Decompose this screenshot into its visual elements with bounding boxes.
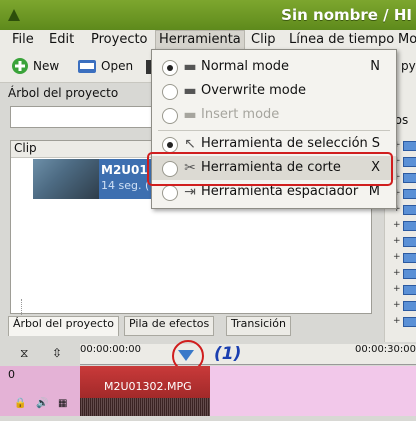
folder-icon [403, 237, 416, 247]
menu-item-label: Normal mode [201, 59, 290, 74]
tab-transicion[interactable]: Transición [226, 316, 291, 336]
folder-icon [403, 301, 416, 311]
folder-icon [403, 221, 416, 231]
menu-item-label: Overwrite mode [201, 83, 306, 98]
folder-icon [403, 189, 416, 199]
track-number: 0 [8, 368, 15, 381]
folder-icon [403, 205, 416, 215]
insert-mode-icon: ▬ [183, 107, 197, 123]
right-tree-row[interactable]: + [393, 316, 416, 327]
clip-duration: 14 seg. ( [101, 179, 150, 192]
menu-edit[interactable]: Edit [49, 32, 74, 47]
new-button[interactable]: New [10, 55, 59, 77]
app-logo-icon [8, 9, 20, 21]
zoom-fit-icon[interactable]: ⧖ [20, 346, 28, 361]
cursor-icon: ↖ [184, 136, 196, 152]
tab-arbol-del-proyecto[interactable]: Árbol del proyecto [8, 316, 119, 336]
menu-item-label: Insert mode [201, 107, 280, 122]
menu-item-insert-mode[interactable]: ▬ Insert mode [152, 103, 396, 127]
normal-mode-icon: ▬ [183, 59, 197, 75]
menu-item-shortcut: N [370, 59, 380, 74]
folder-icon [403, 269, 416, 279]
track-header[interactable]: 0 🔒 🔊 ▦ [0, 366, 80, 416]
menu-proyecto[interactable]: Proyecto [91, 32, 148, 47]
video-icon[interactable]: ▦ [58, 398, 67, 409]
clip-item[interactable]: M2U01 14 seg. ( [33, 159, 163, 199]
radio-indicator [162, 60, 178, 76]
radio-indicator [162, 108, 178, 124]
menu-item-label: Herramienta de selección [201, 136, 368, 151]
menu-item-normal-mode[interactable]: ▬ Normal mode N [152, 55, 396, 79]
audio-waveform [80, 398, 210, 416]
folder-icon [403, 253, 416, 263]
project-tree-title: Árbol del proyecto [8, 86, 119, 100]
audio-icon[interactable]: 🔊 [36, 398, 48, 409]
menu-item-overwrite-mode[interactable]: ▬ Overwrite mode [152, 79, 396, 103]
expand-tracks-icon[interactable]: ⇳ [52, 346, 62, 360]
open-icon [78, 60, 96, 73]
right-tree-row[interactable]: + [393, 284, 416, 295]
ruler-time-end: 00:00:30:00 [354, 344, 416, 355]
menu-item-label: Herramienta espaciador [201, 184, 359, 199]
toolbar-right-button[interactable]: py [398, 55, 416, 77]
right-tree-row[interactable]: + [393, 268, 416, 279]
menu-linea-de-tiempo[interactable]: Línea de tiempo [289, 32, 394, 47]
clip-name: M2U01 [101, 163, 148, 177]
spacer-icon: ⇥ [184, 184, 196, 200]
menu-more[interactable]: Mo [398, 32, 416, 47]
right-tree-row[interactable]: + [393, 300, 416, 311]
tab-pila-de-efectos[interactable]: Pila de efectos [124, 316, 215, 336]
menu-separator [158, 130, 390, 131]
folder-icon [403, 285, 416, 295]
menu-clip[interactable]: Clip [251, 32, 276, 47]
folder-icon [403, 317, 416, 327]
open-label: Open [101, 59, 134, 73]
folder-icon [403, 157, 416, 167]
menu-item-shortcut: M [368, 184, 380, 199]
ruler-time-start: 00:00:00:00 [80, 344, 142, 355]
window-title: Sin nombre / HI [281, 6, 412, 24]
toolbar-right-label: py [401, 59, 416, 73]
clip-thumbnail [33, 159, 99, 199]
new-label: New [33, 59, 60, 73]
timeline-clip-name: M2U01302.MPG [104, 380, 192, 393]
right-tree-row[interactable]: + [393, 252, 416, 263]
open-button[interactable]: Open [76, 55, 133, 77]
title-bar: Sin nombre / HI [0, 0, 416, 31]
radio-indicator [162, 137, 178, 153]
menu-file[interactable]: File [12, 32, 34, 47]
folder-icon [403, 141, 416, 151]
right-tree-row[interactable]: + [393, 236, 416, 247]
folder-icon [403, 173, 416, 183]
overwrite-mode-icon: ▬ [183, 83, 197, 99]
annotation-label: (1) [214, 344, 242, 364]
radio-indicator [162, 84, 178, 100]
menu-bar: File Edit Proyecto Herramienta Clip Líne… [0, 30, 416, 52]
timeline-clip[interactable]: M2U01302.MPG [80, 366, 210, 416]
cut-tool-highlight-box [147, 152, 393, 186]
radio-indicator [162, 185, 178, 201]
lock-icon[interactable]: 🔒 [14, 398, 26, 409]
new-icon [12, 58, 28, 74]
menu-item-shortcut: S [371, 136, 380, 151]
timeline-ruler[interactable]: 00:00:00:00 00:00:30:00 [80, 344, 416, 365]
right-tree-row[interactable]: + [393, 220, 416, 231]
